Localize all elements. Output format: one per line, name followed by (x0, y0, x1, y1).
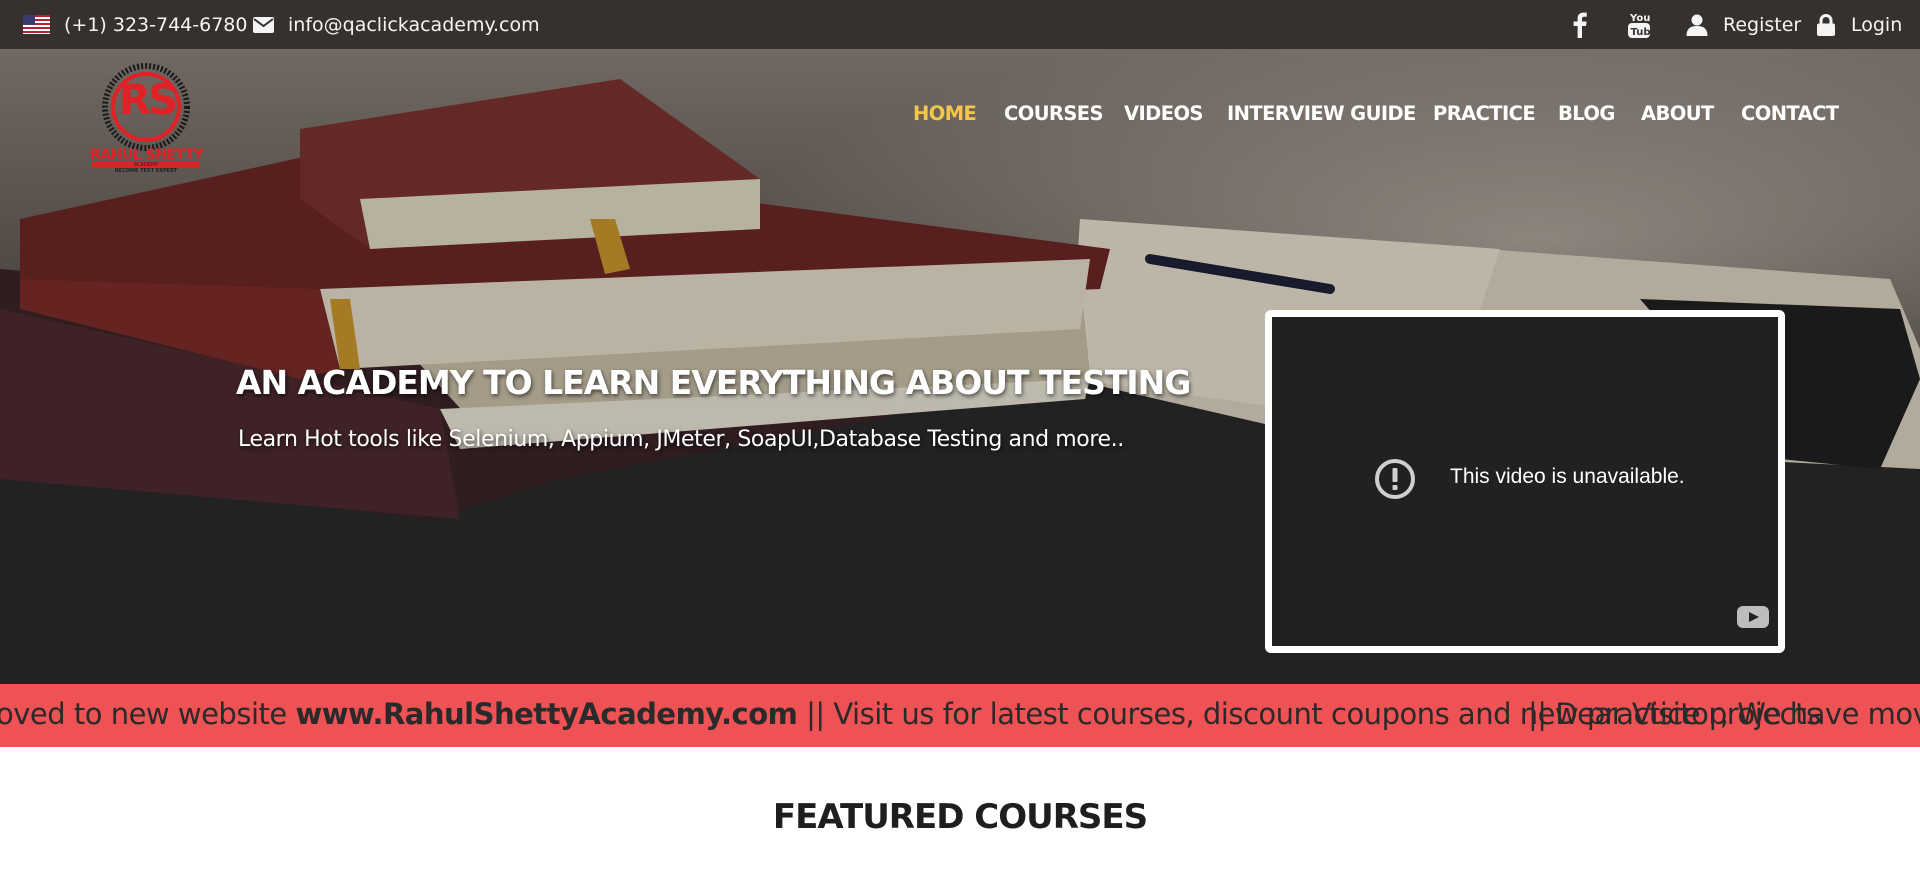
facebook-icon[interactable] (1573, 0, 1587, 49)
video-unavailable-message: This video is unavailable. (1450, 465, 1685, 488)
register-link[interactable]: Register (1723, 0, 1801, 49)
nav-about[interactable]: ABOUT (1641, 102, 1714, 125)
ticker-website-link[interactable]: www.RahulShettyAcademy.com (295, 697, 797, 731)
email-link[interactable]: info@qaclickacademy.com (288, 0, 540, 49)
ticker-message-repeat: || Dear Visitor, We have moved (1528, 697, 1920, 731)
user-icon (1686, 0, 1708, 49)
nav-blog[interactable]: BLOG (1558, 102, 1615, 125)
nav-practice[interactable]: PRACTICE (1433, 102, 1536, 125)
envelope-icon (253, 0, 274, 49)
announcement-ticker: oved to new website www.RahulShettyAcade… (0, 684, 1920, 747)
embedded-video[interactable]: This video is unavailable. (1265, 310, 1785, 653)
nav-courses[interactable]: COURSES (1004, 102, 1104, 125)
hero-title: AN ACADEMY TO LEARN EVERYTHING ABOUT TES… (236, 363, 1191, 402)
logo-initials: RS (118, 75, 179, 124)
logo-tagline: BECOME TEST EXPERT (114, 168, 178, 174)
ticker-text-start: oved to new website (0, 697, 296, 731)
lock-icon (1817, 0, 1835, 49)
logo-name: RAHUL SHETTY (90, 147, 204, 163)
hero-subtitle: Learn Hot tools like Selenium, Appium, J… (238, 427, 1124, 452)
nav-contact[interactable]: CONTACT (1741, 102, 1839, 125)
site-logo[interactable]: RS RAHUL SHETTY ACADEMY BECOME TEST EXPE… (90, 63, 204, 174)
featured-courses-heading: FEATURED COURSES (772, 797, 1148, 837)
nav-interview-guide[interactable]: INTERVIEW GUIDE (1227, 102, 1416, 125)
youtube-icon[interactable]: You Tube (1627, 0, 1651, 49)
exclamation-circle-icon (1374, 458, 1416, 505)
login-link[interactable]: Login (1851, 0, 1902, 49)
phone-number: (+1) 323-744-6780 (64, 13, 248, 36)
us-flag-icon (23, 15, 50, 34)
top-bar: (+1) 323-744-6780 info@qaclickacademy.co… (0, 0, 1920, 49)
youtube-logo-icon[interactable] (1737, 606, 1769, 633)
nav-videos[interactable]: VIDEOS (1124, 102, 1203, 125)
svg-text:You: You (1629, 13, 1650, 24)
nav-home[interactable]: HOME (913, 102, 977, 125)
svg-text:Tube: Tube (1631, 27, 1652, 38)
hero-section: RS RAHUL SHETTY ACADEMY BECOME TEST EXPE… (0, 49, 1920, 684)
